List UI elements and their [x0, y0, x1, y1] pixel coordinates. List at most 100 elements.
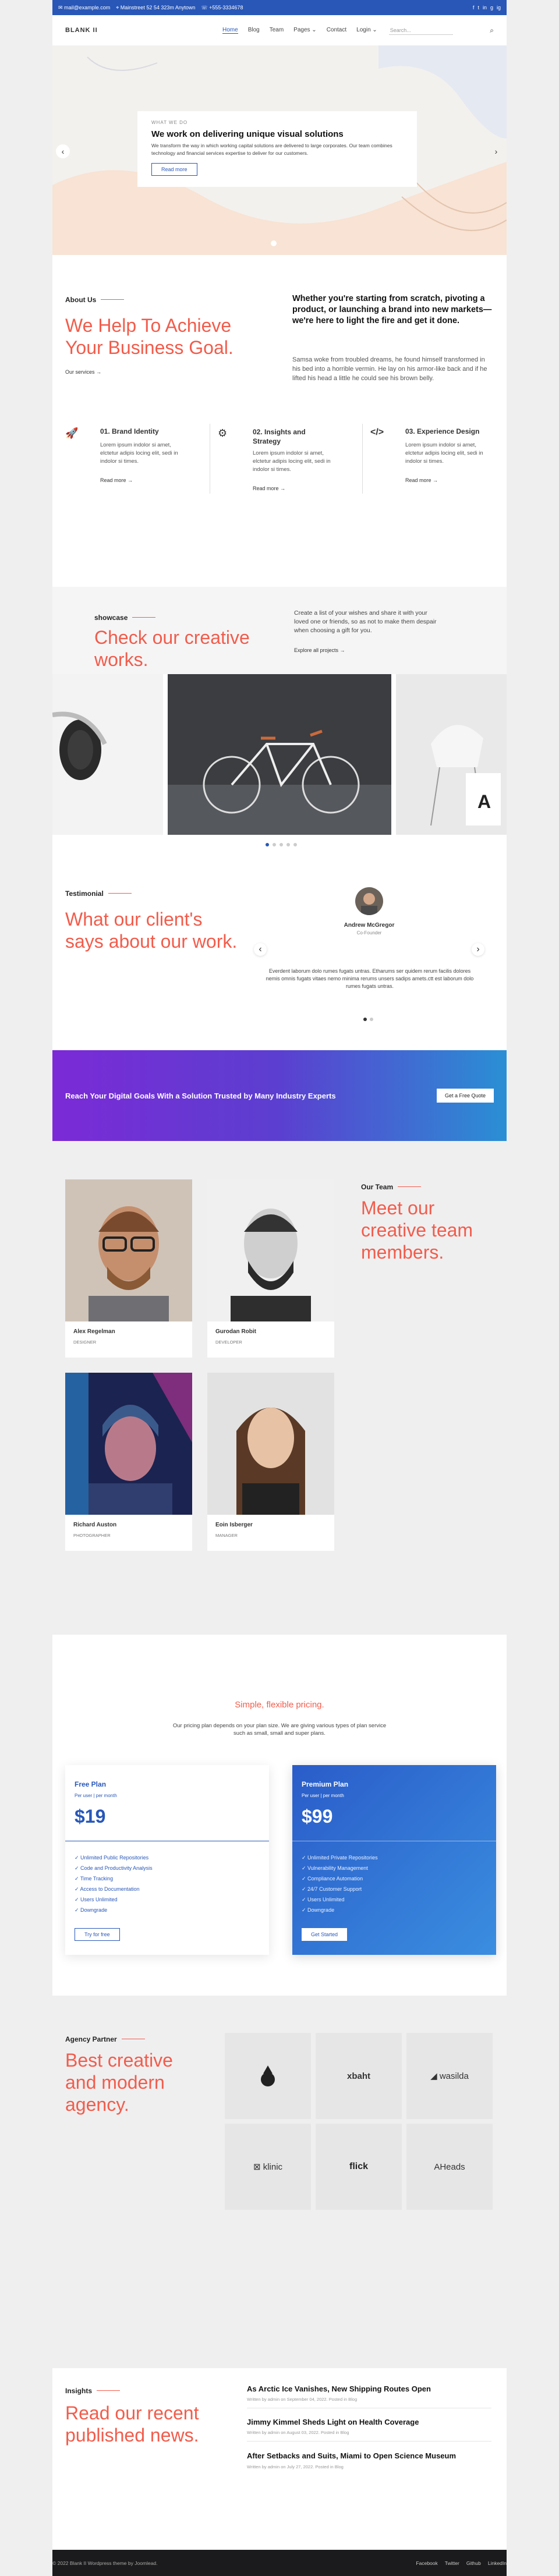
news-title[interactable]: As Arctic Ice Vanishes, New Shipping Rou…: [247, 2384, 491, 2393]
twitter-icon[interactable]: t: [477, 5, 479, 10]
team-member-name: Eoin Isberger: [215, 1522, 253, 1528]
team-card[interactable]: Alex Regelman DESIGNER: [65, 1179, 192, 1358]
slider-dot-active[interactable]: [363, 1018, 367, 1021]
site-logo[interactable]: BLANK II: [65, 27, 222, 34]
facebook-icon[interactable]: f: [473, 5, 475, 10]
partner-logo-tile[interactable]: xbaht: [316, 2033, 402, 2119]
search-icon[interactable]: ⌕: [490, 26, 494, 35]
address-text: ⌖ Mainstreet 52 54 323m Anytown: [116, 4, 196, 10]
testimonial-label: Testimonial: [65, 890, 104, 898]
nav-home[interactable]: Home: [222, 27, 238, 34]
search-input[interactable]: Search...: [388, 26, 453, 35]
slider-dot[interactable]: [370, 1018, 373, 1021]
team-card[interactable]: Richard Auston PHOTOGRAPHER: [65, 1373, 192, 1551]
testimonial-prev-button[interactable]: ‹: [254, 943, 267, 956]
gallery-image-chair[interactable]: A: [396, 674, 507, 835]
agency-title: Best creative and modern agency.: [65, 2050, 173, 2115]
team-card[interactable]: Gurodan Robit DEVELOPER: [207, 1179, 334, 1358]
slider-dot[interactable]: [280, 843, 283, 846]
news-title[interactable]: Jimmy Kimmel Sheds Light on Health Cover…: [247, 2418, 491, 2426]
gallery-image-bicycle[interactable]: [168, 674, 391, 835]
team-member-role: PHOTOGRAPHER: [73, 1533, 111, 1538]
showcase-section: showcase Check our creative works. Creat…: [52, 587, 507, 674]
gallery-image-headphones[interactable]: [52, 674, 163, 835]
partner-logo-tile[interactable]: ⊠ klinic: [225, 2124, 311, 2210]
gear-icon: ⚙: [218, 427, 228, 439]
partner-logo-tile[interactable]: flick: [316, 2124, 402, 2210]
partner-logo-tile[interactable]: [225, 2033, 311, 2119]
news-title[interactable]: After Setbacks and Suits, Miami to Open …: [247, 2451, 491, 2461]
cta-quote-button[interactable]: Get a Free Quote: [436, 1089, 494, 1103]
feature-item-label: Compliance Automation: [307, 1876, 363, 1881]
hero-read-more-button[interactable]: Read more: [151, 163, 197, 176]
hero-prev-button[interactable]: ‹: [56, 144, 70, 158]
feature-item: ✓ Unlimited Private Repositories: [302, 1855, 378, 1861]
cta-text: Reach Your Digital Goals With a Solution…: [65, 1091, 336, 1100]
testimonial-pagination: [363, 1018, 373, 1021]
hero-eyebrow: WHAT WE DO: [151, 120, 188, 125]
nav-contact[interactable]: Contact: [327, 27, 346, 34]
footer-link-github[interactable]: Github: [466, 2560, 481, 2566]
news-meta: Written by admin on August 03, 2022. Pos…: [247, 2430, 349, 2435]
cta-wrapper: Reach Your Digital Goals With a Solution…: [52, 1050, 507, 1143]
partner-logo-tile[interactable]: AHeads: [406, 2124, 493, 2210]
partner-logo-name: AHeads: [434, 2162, 465, 2172]
klinic-logo-icon: ⊠: [253, 2162, 263, 2172]
news-item[interactable]: After Setbacks and Suits, Miami to Open …: [247, 2442, 491, 2475]
nav-login[interactable]: Login ⌄: [356, 27, 377, 34]
hero-title: We work on delivering unique visual solu…: [151, 129, 344, 139]
footer-link-linkedin[interactable]: LinkedIn: [488, 2560, 507, 2566]
instagram-icon[interactable]: ig: [497, 5, 501, 10]
get-started-button[interactable]: Get Started: [302, 1928, 348, 1941]
feature-title: 03. Experience Design: [405, 427, 480, 435]
bicycle-image: [168, 729, 391, 835]
nav-pages[interactable]: Pages ⌄: [293, 27, 317, 34]
address-value: Mainstreet 52 54 323m Anytown: [120, 4, 196, 10]
showcase-title: Check our creative works.: [94, 627, 250, 670]
chevron-down-icon: ⌄: [372, 27, 377, 33]
phone-link[interactable]: ☏ +555-3334678: [201, 5, 243, 11]
team-card[interactable]: Eoin Isberger MANAGER: [207, 1373, 334, 1551]
footer-link-twitter[interactable]: Twitter: [445, 2560, 459, 2566]
slider-dot[interactable]: [286, 843, 290, 846]
feature-item: ✓ Downgrade: [302, 1907, 335, 1913]
team-photo: [207, 1179, 334, 1321]
feature-read-more[interactable]: Read more →: [253, 486, 285, 491]
feature-item: ✓ Downgrade: [75, 1907, 108, 1913]
agency-label: Agency Partner: [65, 2035, 117, 2043]
feature-read-more[interactable]: Read more →: [405, 477, 438, 483]
email-link[interactable]: ✉ mail@example.com: [58, 5, 110, 11]
agency-logo-grid: xbaht ◢ wasilda ⊠ klinic flick AHeads: [225, 2033, 507, 2210]
feature-read-more[interactable]: Read more →: [100, 477, 133, 483]
nav-pages-label: Pages: [293, 27, 310, 33]
premium-plan-card: Premium Plan Per user | per month $99 ✓ …: [292, 1765, 496, 1955]
team-member-name: Alex Regelman: [73, 1328, 115, 1335]
plan-price: $19: [75, 1806, 106, 1827]
testimonial-name: Andrew McGregor: [344, 922, 395, 929]
nav-blog[interactable]: Blog: [248, 27, 260, 34]
nav-team[interactable]: Team: [270, 27, 284, 34]
our-services-link[interactable]: Our services →: [65, 369, 101, 375]
slider-dot[interactable]: [273, 843, 276, 846]
hero-card: WHAT WE DO We work on delivering unique …: [137, 111, 417, 187]
try-free-button[interactable]: Try for free: [75, 1928, 120, 1941]
free-plan-card: Free Plan Per user | per month $19 ✓ Unl…: [65, 1765, 269, 1955]
hero-next-button[interactable]: ›: [489, 144, 503, 158]
testimonial-section: Testimonial What our client's says about…: [52, 859, 507, 1050]
linkedin-icon[interactable]: in: [483, 5, 487, 10]
partner-logo-tile[interactable]: ◢ wasilda: [406, 2033, 493, 2119]
footer-link-facebook[interactable]: Facebook: [416, 2560, 437, 2566]
news-item[interactable]: As Arctic Ice Vanishes, New Shipping Rou…: [247, 2384, 491, 2408]
explore-projects-link[interactable]: Explore all projects →: [294, 647, 345, 653]
news-item[interactable]: Jimmy Kimmel Sheds Light on Health Cover…: [247, 2408, 491, 2442]
slider-dot-active[interactable]: [266, 843, 269, 846]
chair-image: A: [430, 725, 501, 826]
about-text: Samsa woke from troubled dreams, he foun…: [292, 356, 487, 382]
team-section: Alex Regelman DESIGNER Gurodan Robit DEV…: [52, 1143, 507, 1635]
google-icon[interactable]: g: [490, 5, 493, 10]
slider-dot[interactable]: [293, 843, 297, 846]
testimonial-next-button[interactable]: ›: [472, 943, 484, 956]
partner-logo-name: xbaht: [346, 2071, 370, 2081]
feature-item-label: 24/7 Customer Support: [307, 1886, 362, 1892]
news-meta: Written by admin on September 04, 2022. …: [247, 2397, 358, 2402]
